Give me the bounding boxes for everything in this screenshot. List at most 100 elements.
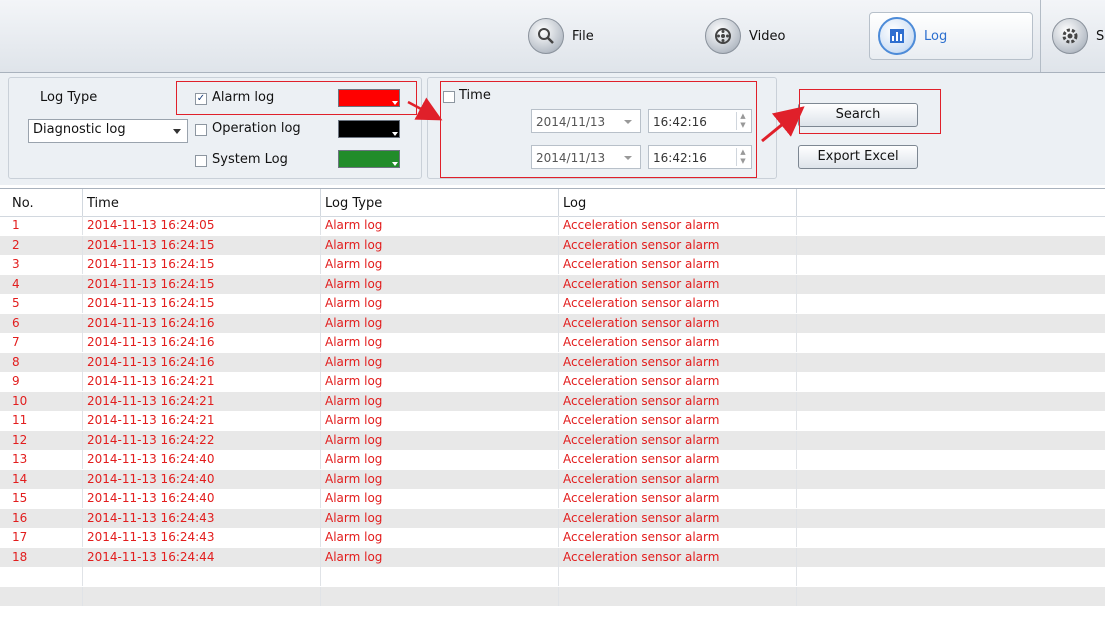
cell-log-type: Alarm log: [321, 528, 559, 547]
table-row[interactable]: 18 2014-11-13 16:24:44 Alarm log Accelerati…: [0, 547, 1105, 567]
cell-log-type: Alarm log: [321, 450, 559, 469]
cell-log: Acceleration sensor alarm: [559, 469, 797, 489]
cell-log: Acceleration sensor alarm: [559, 547, 797, 567]
column-header-log-type[interactable]: Log Type: [321, 189, 559, 216]
table-row[interactable]: 14 2014-11-13 16:24:40 Alarm log Accelerati…: [0, 469, 1105, 489]
tab-log-label: Log: [924, 28, 948, 44]
top-toolbar: File Video Log S: [0, 0, 1105, 73]
cell-no: 7: [8, 333, 83, 352]
cell-log: Acceleration sensor alarm: [559, 352, 797, 372]
cell-no: 14: [8, 469, 83, 489]
cell-log: [559, 586, 797, 606]
tab-settings[interactable]: S: [1052, 12, 1104, 60]
cell-log-type: Alarm log: [321, 372, 559, 391]
table-row[interactable]: 2 2014-11-13 16:24:15 Alarm log Acceleratio…: [0, 235, 1105, 255]
log-table: No. Time Log Type Log 1 2014-11-13 16:24:…: [0, 188, 1105, 636]
tab-video-label: Video: [749, 28, 786, 44]
cell-no: 18: [8, 547, 83, 567]
log-type-select-value: Diagnostic log: [33, 122, 126, 137]
tab-video[interactable]: Video: [705, 12, 785, 60]
cell-time: 2014-11-13 16:24:16: [83, 352, 321, 372]
cell-log-type: Alarm log: [321, 294, 559, 313]
tab-settings-label: S: [1096, 28, 1105, 44]
table-row[interactable]: 12 2014-11-13 16:24:22 Alarm log Accelerati…: [0, 430, 1105, 450]
table-row[interactable]: 15 2014-11-13 16:24:40 Alarm log Accelerati…: [0, 489, 1105, 508]
cell-no: [8, 567, 83, 586]
log-chart-icon: [878, 17, 916, 55]
table-row[interactable]: 10 2014-11-13 16:24:21 Alarm log Accelerati…: [0, 391, 1105, 411]
settings-icon: [1052, 18, 1088, 54]
cell-log-type: Alarm log: [321, 352, 559, 372]
annotation-box-time: [440, 81, 757, 178]
annotation-box-search: [799, 89, 941, 134]
cell-time: 2014-11-13 16:24:16: [83, 313, 321, 333]
table-row[interactable]: 11 2014-11-13 16:24:21 Alarm log Accelerati…: [0, 411, 1105, 430]
cell-time: [83, 586, 321, 606]
table-row[interactable]: 5 2014-11-13 16:24:15 Alarm log Acceleratio…: [0, 294, 1105, 313]
cell-log-type: Alarm log: [321, 469, 559, 489]
cell-log: Acceleration sensor alarm: [559, 255, 797, 274]
table-row[interactable]: 3 2014-11-13 16:24:15 Alarm log Acceleratio…: [0, 255, 1105, 274]
cell-time: 2014-11-13 16:24:05: [83, 216, 321, 235]
table-row[interactable]: 4 2014-11-13 16:24:15 Alarm log Acceleratio…: [0, 274, 1105, 294]
cell-log-type: Alarm log: [321, 333, 559, 352]
table-row[interactable]: [0, 586, 1105, 606]
cell-log-type: [321, 567, 559, 586]
cell-no: 17: [8, 528, 83, 547]
cell-time: 2014-11-13 16:24:40: [83, 450, 321, 469]
log-type-select[interactable]: Diagnostic log: [28, 119, 188, 143]
cell-no: 13: [8, 450, 83, 469]
cell-log: Acceleration sensor alarm: [559, 528, 797, 547]
cell-log: Acceleration sensor alarm: [559, 294, 797, 313]
cell-log: Acceleration sensor alarm: [559, 489, 797, 508]
export-excel-button[interactable]: Export Excel: [798, 145, 918, 169]
system-log-checkbox[interactable]: [195, 155, 207, 167]
table-row[interactable]: 17 2014-11-13 16:24:43 Alarm log Accelerati…: [0, 528, 1105, 547]
cell-log-type: Alarm log: [321, 547, 559, 567]
cell-no: 8: [8, 352, 83, 372]
cell-time: 2014-11-13 16:24:15: [83, 235, 321, 255]
table-row[interactable]: 13 2014-11-13 16:24:40 Alarm log Accelerati…: [0, 450, 1105, 469]
cell-log-type: Alarm log: [321, 430, 559, 450]
column-header-time[interactable]: Time: [83, 189, 321, 216]
cell-log: [559, 567, 797, 586]
cell-no: 9: [8, 372, 83, 391]
cell-no: 6: [8, 313, 83, 333]
cell-no: 12: [8, 430, 83, 450]
cell-log: Acceleration sensor alarm: [559, 216, 797, 235]
cell-log: Acceleration sensor alarm: [559, 430, 797, 450]
cell-time: [83, 567, 321, 586]
cell-log: Acceleration sensor alarm: [559, 274, 797, 294]
cell-time: 2014-11-13 16:24:16: [83, 333, 321, 352]
table-row[interactable]: 7 2014-11-13 16:24:16 Alarm log Acceleratio…: [0, 333, 1105, 352]
cell-log-type: Alarm log: [321, 235, 559, 255]
operation-log-checkbox[interactable]: [195, 124, 207, 136]
table-row[interactable]: [0, 567, 1105, 586]
cell-no: 1: [8, 216, 83, 235]
cell-time: 2014-11-13 16:24:40: [83, 469, 321, 489]
column-header-no[interactable]: No.: [8, 189, 83, 216]
cell-log-type: Alarm log: [321, 508, 559, 528]
cell-time: 2014-11-13 16:24:15: [83, 255, 321, 274]
cell-no: 11: [8, 411, 83, 430]
cell-time: 2014-11-13 16:24:15: [83, 274, 321, 294]
system-log-label: System Log: [212, 152, 288, 167]
table-row[interactable]: 8 2014-11-13 16:24:16 Alarm log Acceleratio…: [0, 352, 1105, 372]
toolbar-divider: [1040, 0, 1041, 72]
table-header: No. Time Log Type Log: [0, 189, 1105, 217]
cell-time: 2014-11-13 16:24:21: [83, 391, 321, 411]
system-log-color-picker[interactable]: [338, 150, 400, 168]
tab-log[interactable]: Log: [869, 12, 1033, 60]
table-row[interactable]: 9 2014-11-13 16:24:21 Alarm log Acceleratio…: [0, 372, 1105, 391]
tab-file[interactable]: File: [528, 12, 594, 60]
cell-time: 2014-11-13 16:24:21: [83, 411, 321, 430]
table-row[interactable]: 1 2014-11-13 16:24:05 Alarm log Acceleratio…: [0, 216, 1105, 235]
operation-log-color-picker[interactable]: [338, 120, 400, 138]
table-row[interactable]: 16 2014-11-13 16:24:43 Alarm log Accelerati…: [0, 508, 1105, 528]
chevron-down-icon: [173, 129, 181, 134]
log-type-label: Log Type: [40, 90, 98, 105]
table-row[interactable]: 6 2014-11-13 16:24:16 Alarm log Acceleratio…: [0, 313, 1105, 333]
cell-log: Acceleration sensor alarm: [559, 411, 797, 430]
column-header-log[interactable]: Log: [559, 189, 797, 216]
cell-log: Acceleration sensor alarm: [559, 450, 797, 469]
